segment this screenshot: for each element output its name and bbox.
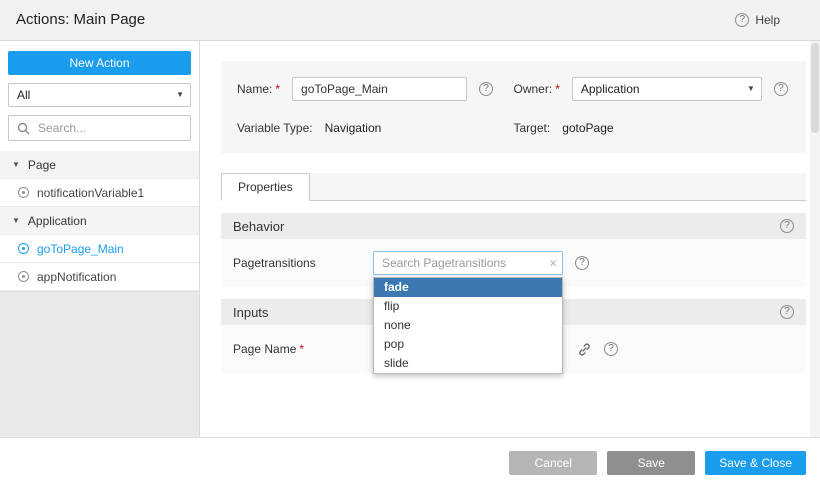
help-icon[interactable]: ? bbox=[780, 219, 794, 233]
save-button[interactable]: Save bbox=[607, 451, 695, 475]
sidebar-filler bbox=[0, 291, 199, 437]
name-input[interactable] bbox=[292, 77, 467, 101]
help-icon[interactable]: ? bbox=[575, 256, 589, 270]
behavior-section-body: Pagetransitions × ? fade flip none pop s… bbox=[221, 239, 806, 287]
help-icon[interactable]: ? bbox=[774, 82, 788, 96]
variable-icon bbox=[18, 271, 29, 282]
behavior-title: Behavior bbox=[233, 219, 284, 234]
header: Actions: Main Page ? Help bbox=[0, 0, 820, 41]
help-button[interactable]: ? Help bbox=[735, 0, 780, 40]
chevron-down-icon: ▼ bbox=[747, 78, 755, 100]
owner-field-group: Owner:* Application ▼ ? bbox=[514, 77, 791, 101]
collapse-triangle-icon: ▼ bbox=[12, 216, 20, 225]
pagetransitions-combobox: × bbox=[373, 251, 563, 275]
tree-item-appnotification[interactable]: appNotification bbox=[0, 263, 199, 291]
tree-group-application[interactable]: ▼ Application bbox=[0, 207, 199, 235]
tree-item-gotopage-main[interactable]: goToPage_Main bbox=[0, 235, 199, 263]
filter-select-value: All bbox=[17, 88, 30, 102]
behavior-section: Behavior ? Pagetransitions × ? fade flip… bbox=[221, 213, 806, 287]
clear-icon[interactable]: × bbox=[549, 257, 557, 270]
cancel-button[interactable]: Cancel bbox=[509, 451, 597, 475]
help-label: Help bbox=[755, 13, 780, 27]
name-field-group: Name:* ? bbox=[237, 77, 514, 101]
footer: Cancel Save Save & Close bbox=[0, 437, 820, 488]
option-pop[interactable]: pop bbox=[374, 335, 562, 354]
pagetransitions-label: Pagetransitions bbox=[233, 256, 373, 270]
actions-tree: ▼ Page notificationVariable1 ▼ Applicati… bbox=[0, 151, 199, 291]
target-label: Target: bbox=[514, 121, 551, 135]
action-header-form: Name:* ? Owner:* Application ▼ ? Variabl… bbox=[221, 61, 806, 153]
tree-group-page[interactable]: ▼ Page bbox=[0, 151, 199, 179]
variable-type-group: Variable Type: Navigation bbox=[237, 121, 514, 135]
option-flip[interactable]: flip bbox=[374, 297, 562, 316]
required-marker: * bbox=[299, 342, 304, 356]
search-input[interactable] bbox=[36, 120, 182, 136]
option-fade[interactable]: fade bbox=[374, 278, 562, 297]
variable-icon bbox=[18, 187, 29, 198]
tree-item-label: notificationVariable1 bbox=[37, 186, 144, 200]
tree-item-label: appNotification bbox=[37, 270, 116, 284]
filter-select[interactable]: All ▼ bbox=[8, 83, 191, 107]
target-value: gotoPage bbox=[562, 121, 613, 135]
variable-type-value: Navigation bbox=[325, 121, 382, 135]
help-icon[interactable]: ? bbox=[604, 342, 618, 356]
collapse-triangle-icon: ▼ bbox=[12, 160, 20, 169]
target-group: Target: gotoPage bbox=[514, 121, 791, 135]
main-panel: Name:* ? Owner:* Application ▼ ? Variabl… bbox=[201, 41, 820, 437]
link-icon[interactable] bbox=[577, 342, 592, 357]
help-icon: ? bbox=[735, 13, 749, 27]
page-name-label: Page Name* bbox=[233, 342, 373, 356]
owner-select-value: Application bbox=[581, 82, 640, 96]
page-title: Actions: Main Page bbox=[16, 0, 145, 40]
pagetransitions-input[interactable] bbox=[373, 251, 563, 275]
new-action-button[interactable]: New Action bbox=[8, 51, 191, 75]
owner-label: Owner:* bbox=[514, 82, 560, 96]
sidebar-controls: New Action All ▼ bbox=[0, 41, 199, 147]
sidebar: New Action All ▼ ▼ Page notificationVari… bbox=[0, 41, 200, 437]
action-icon bbox=[18, 243, 29, 254]
pagetransitions-dropdown: fade flip none pop slide bbox=[373, 277, 563, 374]
inputs-title: Inputs bbox=[233, 305, 268, 320]
chevron-down-icon: ▼ bbox=[176, 84, 184, 106]
scrollbar-thumb[interactable] bbox=[811, 43, 819, 133]
search-icon bbox=[17, 122, 30, 135]
required-marker: * bbox=[555, 82, 560, 96]
variable-type-label: Variable Type: bbox=[237, 121, 313, 135]
tree-item-notificationvariable1[interactable]: notificationVariable1 bbox=[0, 179, 199, 207]
scrollbar[interactable] bbox=[810, 41, 820, 437]
save-close-button[interactable]: Save & Close bbox=[705, 451, 806, 475]
option-none[interactable]: none bbox=[374, 316, 562, 335]
help-icon[interactable]: ? bbox=[479, 82, 493, 96]
help-icon[interactable]: ? bbox=[780, 305, 794, 319]
tree-item-label: goToPage_Main bbox=[37, 242, 124, 256]
tree-group-label: Page bbox=[28, 158, 56, 172]
option-slide[interactable]: slide bbox=[374, 354, 562, 373]
tab-properties[interactable]: Properties bbox=[221, 173, 310, 201]
search-box bbox=[8, 115, 191, 141]
tab-bar: Properties bbox=[221, 173, 806, 201]
owner-select[interactable]: Application ▼ bbox=[572, 77, 762, 101]
tree-group-label: Application bbox=[28, 214, 87, 228]
name-label: Name:* bbox=[237, 82, 280, 96]
required-marker: * bbox=[275, 82, 280, 96]
behavior-section-header: Behavior ? bbox=[221, 213, 806, 239]
